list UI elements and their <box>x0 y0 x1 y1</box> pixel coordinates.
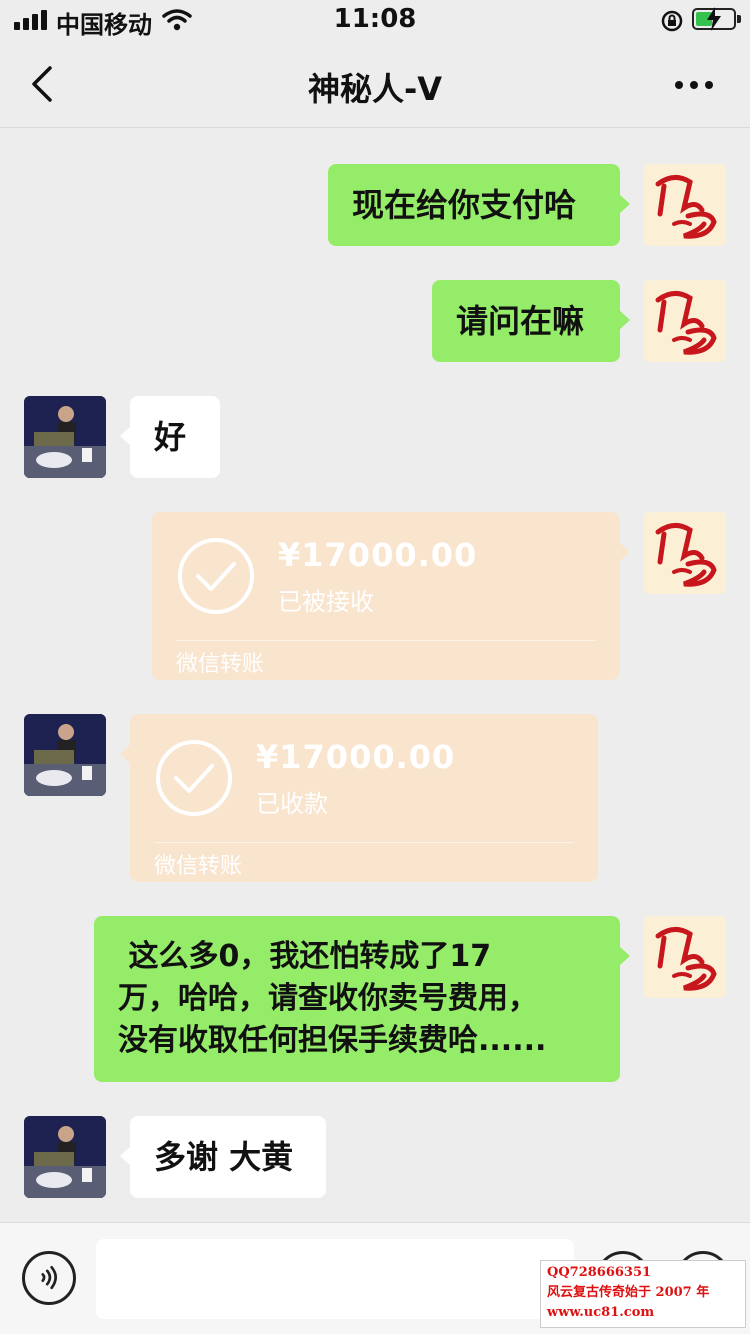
fengyun-logo-icon <box>644 916 726 998</box>
check-circle-icon <box>178 538 254 614</box>
check-circle-icon <box>156 740 232 816</box>
transfer-amount: ¥17000.00 <box>278 536 478 574</box>
clock: 11:08 <box>333 4 417 34</box>
watermark-qq: QQ728666351 <box>547 1265 652 1280</box>
message-bubble-sent[interactable]: 现在给你支付哈 <box>328 164 630 246</box>
message-line: 这么多0，我还怕转成了17 <box>118 939 492 974</box>
message-bubble-received[interactable]: 好 <box>120 396 220 478</box>
contact-avatar[interactable] <box>24 714 106 796</box>
fengyun-logo-icon <box>644 512 726 594</box>
fengyun-logo-icon <box>644 280 726 362</box>
message-bubble-sent[interactable]: 请问在嘛 <box>432 280 630 362</box>
contact-avatar[interactable] <box>24 396 106 478</box>
my-avatar[interactable] <box>644 916 726 998</box>
watermark-url: www.uc81.com <box>547 1305 655 1320</box>
transfer-status: 已被接收 <box>278 588 374 616</box>
contact-avatar[interactable] <box>24 1116 106 1198</box>
message-line: 万，哈哈，请查收你卖号费用， <box>118 981 538 1016</box>
battery-icon <box>692 7 736 31</box>
contact-photo <box>24 714 106 796</box>
transfer-status: 已收款 <box>256 790 328 818</box>
transfer-footer: 微信转账 <box>154 854 243 879</box>
transfer-card-sent[interactable]: ¥17000.00 已被接收 微信转账 <box>152 512 630 680</box>
my-avatar[interactable] <box>644 164 726 246</box>
more-options-icon[interactable] <box>672 70 716 100</box>
message-line: 没有收取任何担保手续费哈...... <box>118 1023 547 1058</box>
voice-input-icon[interactable] <box>22 1251 76 1305</box>
rotation-lock-icon <box>661 10 683 32</box>
fengyun-logo-icon <box>644 164 726 246</box>
chat-header: 神秘人-V <box>0 40 750 128</box>
battery-cap <box>737 15 741 23</box>
transfer-divider <box>154 842 574 843</box>
transfer-divider <box>176 640 596 641</box>
watermark-slogan: 风云复古传奇始于 2007 年 <box>547 1285 710 1300</box>
contact-photo <box>24 1116 106 1198</box>
message-bubble-sent[interactable]: 这么多0，我还怕转成了17 万，哈哈，请查收你卖号费用， 没有收取任何担保手续费… <box>94 916 630 1082</box>
transfer-footer: 微信转账 <box>176 652 265 677</box>
my-avatar[interactable] <box>644 512 726 594</box>
transfer-card-received[interactable]: ¥17000.00 已收款 微信转账 <box>120 714 598 882</box>
status-bar: 中国移动 11:08 <box>0 0 750 40</box>
my-avatar[interactable] <box>644 280 726 362</box>
watermark: QQ728666351 风云复古传奇始于 2007 年 www.uc81.com <box>540 1260 746 1328</box>
transfer-amount: ¥17000.00 <box>256 738 456 776</box>
chat-title: 神秘人-V <box>307 70 443 108</box>
message-input[interactable] <box>96 1239 574 1319</box>
contact-photo <box>24 396 106 478</box>
message-bubble-received[interactable]: 多谢 大黄 <box>120 1116 326 1198</box>
